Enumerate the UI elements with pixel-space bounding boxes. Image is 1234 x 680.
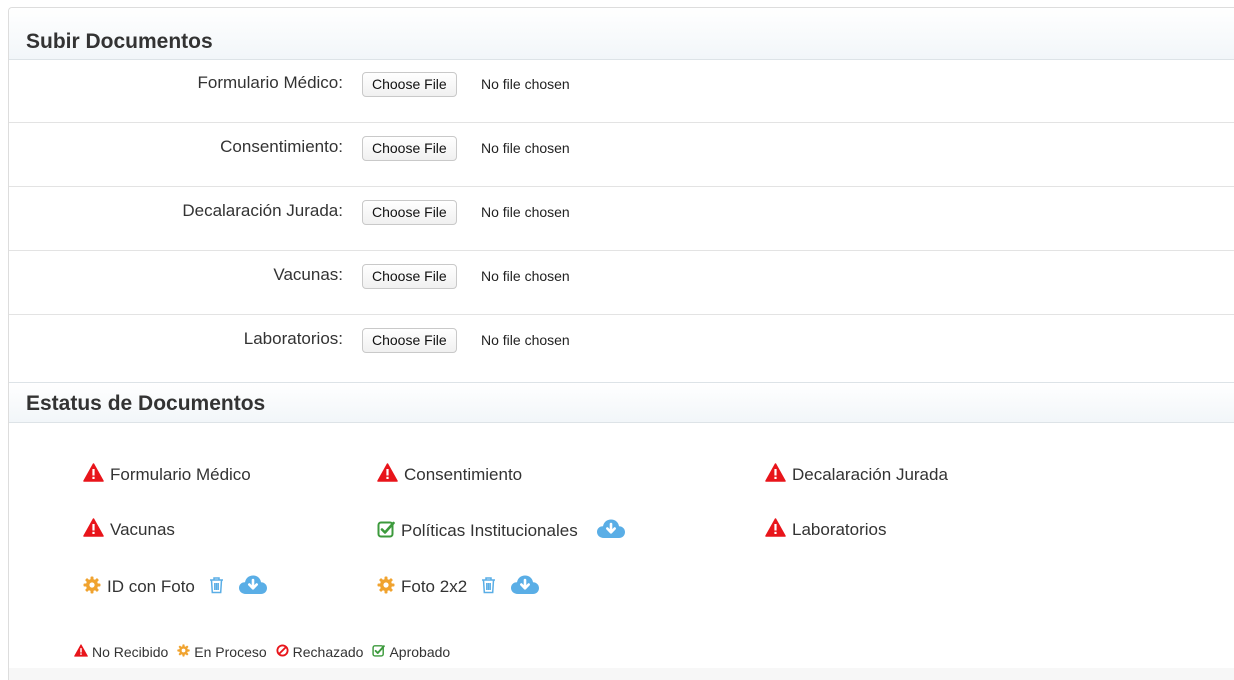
choose-file-button[interactable]: Choose File: [362, 264, 457, 289]
legend-label: No Recibido: [92, 644, 169, 660]
status-item-label: Foto 2x2: [401, 577, 468, 596]
upload-label: Consentimiento:: [220, 137, 343, 156]
upload-row-laboratorios: Laboratorios: Choose File No file chosen: [9, 316, 1234, 379]
legend-item-en-proceso: En Proceso: [177, 644, 267, 660]
status-panel-heading: Estatus de Documentos: [9, 382, 1234, 423]
cloud-download-icon[interactable]: [596, 518, 626, 544]
status-item-label: ID con Foto: [107, 577, 195, 596]
gear-icon: [83, 576, 101, 599]
legend-item-rechazado: Rechazado: [276, 644, 364, 660]
check-icon: [377, 520, 395, 543]
trash-icon[interactable]: [209, 576, 224, 599]
upload-label: Decalaración Jurada:: [182, 201, 343, 220]
file-status-text: No file chosen: [481, 204, 570, 220]
upload-label: Laboratorios:: [243, 329, 343, 348]
status-item-label: Vacunas: [110, 520, 175, 539]
status-item-politicas-institucionales: Políticas Institucionales: [377, 518, 626, 544]
status-item-label: Políticas Institucionales: [401, 521, 578, 540]
choose-file-button[interactable]: Choose File: [362, 200, 457, 225]
status-section-title: Estatus de Documentos: [26, 392, 266, 415]
warning-icon: [765, 463, 786, 487]
legend-label: Aprobado: [389, 644, 451, 660]
choose-file-button[interactable]: Choose File: [362, 328, 457, 353]
file-status-text: No file chosen: [481, 140, 570, 156]
warning-icon: [74, 644, 88, 660]
status-item-vacunas: Vacunas: [83, 518, 175, 542]
status-item-label: Formulario Médico: [110, 465, 251, 484]
gear-icon: [377, 576, 395, 599]
status-item-label: Laboratorios: [792, 520, 887, 539]
upload-row-declaracion-jurada: Decalaración Jurada: Choose File No file…: [9, 188, 1234, 251]
upload-label: Formulario Médico:: [197, 73, 344, 92]
legend-label: En Proceso: [194, 644, 267, 660]
upload-panel-heading: Subir Documentos: [9, 8, 1234, 60]
check-icon: [372, 644, 386, 660]
status-item-foto-2x2: Foto 2x2: [377, 574, 540, 600]
warning-icon: [765, 518, 786, 542]
panel-footer: [9, 668, 1234, 680]
upload-row-vacunas: Vacunas: Choose File No file chosen: [9, 252, 1234, 315]
ban-icon: [276, 644, 289, 660]
status-item-declaracion-jurada: Decalaración Jurada: [765, 463, 948, 487]
upload-row-formulario-medico: Formulario Médico: Choose File No file c…: [9, 60, 1234, 123]
status-item-label: Decalaración Jurada: [792, 465, 948, 484]
choose-file-button[interactable]: Choose File: [362, 136, 457, 161]
warning-icon: [377, 463, 398, 487]
status-item-consentimiento: Consentimiento: [377, 463, 522, 487]
upload-label: Vacunas:: [273, 265, 343, 284]
documents-panel: Subir Documentos Formulario Médico: Choo…: [8, 7, 1234, 680]
status-item-formulario-medico: Formulario Médico: [83, 463, 251, 487]
status-item-laboratorios: Laboratorios: [765, 518, 887, 542]
file-status-text: No file chosen: [481, 332, 570, 348]
status-legend: No Recibido En Proceso Rechazado Aprobad…: [74, 644, 459, 660]
warning-icon: [83, 463, 104, 487]
legend-item-aprobado: Aprobado: [372, 644, 450, 660]
legend-label: Rechazado: [292, 644, 364, 660]
status-item-id-con-foto: ID con Foto: [83, 574, 268, 600]
cloud-download-icon[interactable]: [238, 574, 268, 600]
warning-icon: [83, 518, 104, 542]
upload-section-title: Subir Documentos: [26, 30, 213, 53]
gear-icon: [177, 644, 190, 660]
choose-file-button[interactable]: Choose File: [362, 72, 457, 97]
status-item-label: Consentimiento: [404, 465, 523, 484]
cloud-download-icon[interactable]: [510, 574, 540, 600]
file-status-text: No file chosen: [481, 268, 570, 284]
file-status-text: No file chosen: [481, 76, 570, 92]
trash-icon[interactable]: [481, 576, 496, 599]
upload-row-consentimiento: Consentimiento: Choose File No file chos…: [9, 124, 1234, 187]
legend-item-no-recibido: No Recibido: [74, 644, 168, 660]
